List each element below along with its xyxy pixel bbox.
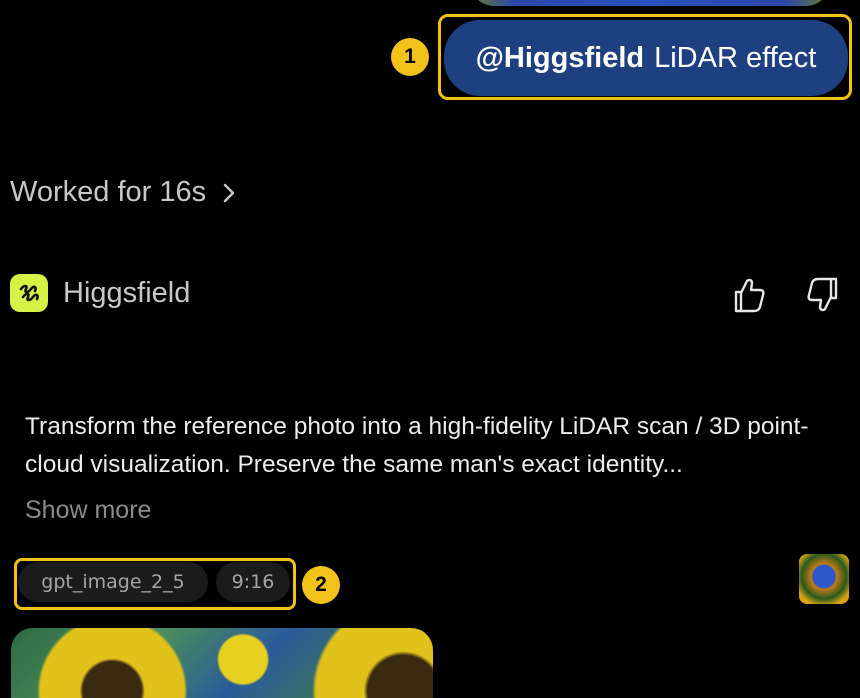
- user-prompt-bubble[interactable]: @Higgsfield LiDAR effect: [444, 20, 848, 96]
- show-more-link[interactable]: Show more: [25, 496, 151, 525]
- agent-header: Higgsfield: [10, 274, 190, 312]
- annotation-marker-1: 1: [391, 38, 429, 76]
- agent-name: Higgsfield: [63, 276, 191, 309]
- worked-for-toggle[interactable]: Worked for 16s: [10, 176, 236, 209]
- chevron-right-icon: [223, 183, 235, 202]
- agent-message-text: Transform the reference photo into a hig…: [25, 413, 809, 478]
- reference-image-thumbnail[interactable]: [799, 554, 849, 604]
- thumbs-up-icon[interactable]: [732, 276, 766, 314]
- chat-page: @Higgsfield LiDAR effect 1 Worked for 16…: [0, 0, 860, 698]
- worked-label: Worked for 16s: [10, 176, 207, 208]
- prompt-mention: @Higgsfield: [475, 41, 645, 74]
- prompt-text: LiDAR effect: [654, 41, 817, 74]
- model-tag[interactable]: gpt_image_2_5: [18, 562, 208, 602]
- aspect-ratio-tag[interactable]: 9:16: [216, 562, 290, 602]
- higgsfield-logo-icon: [10, 274, 48, 312]
- annotation-marker-2: 2: [302, 566, 340, 604]
- previous-image[interactable]: [470, 0, 830, 6]
- thumbs-down-icon[interactable]: [806, 276, 840, 314]
- generated-image[interactable]: [11, 628, 433, 698]
